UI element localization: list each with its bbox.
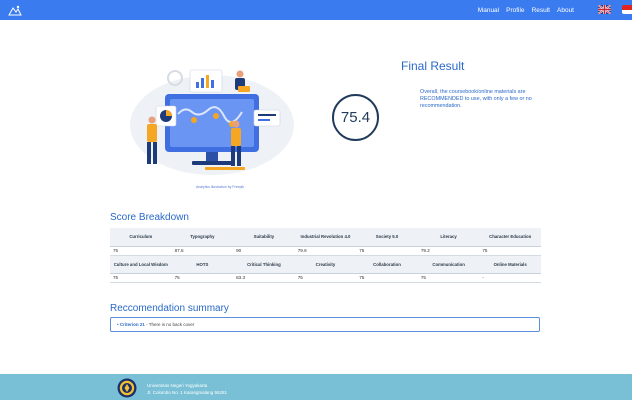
analytics-illustration bbox=[130, 69, 294, 175]
score-circle: 75.4 bbox=[332, 94, 379, 141]
table-cell: 75 bbox=[417, 273, 480, 283]
table-row: 75 87.5 90 79.6 75 79.2 75 bbox=[110, 246, 541, 256]
table-header-cell: Literacy bbox=[417, 228, 480, 247]
recommendation-box: • Criterion 21 - There is no back cover bbox=[110, 317, 540, 332]
top-navbar: Manual Profile Result About bbox=[0, 0, 632, 20]
table-cell: 83.3 bbox=[233, 273, 295, 283]
final-result-description: Overall, the coursebook/online materials… bbox=[420, 89, 532, 109]
table-header-cell: Creativity bbox=[294, 255, 357, 274]
table-header-row: Culture and Local Wisdom HOTS Critical T… bbox=[110, 255, 541, 274]
table-header-cell: Online Materials bbox=[479, 255, 541, 274]
table-cell: 75 bbox=[479, 246, 541, 256]
nav-links: Manual Profile Result About bbox=[478, 0, 574, 20]
criterion-text: - There is no back cover bbox=[144, 322, 195, 327]
footer-line-university: Universitas Negeri Yogyakarta bbox=[147, 383, 208, 388]
table-header-cell: Curriculum bbox=[110, 228, 172, 247]
list-item: • Criterion 21 - There is no back cover bbox=[117, 322, 194, 327]
table-header-cell: Industrial Revolution 4.0 bbox=[294, 228, 357, 247]
final-score-value: 75.4 bbox=[340, 109, 371, 126]
table-cell: 90 bbox=[233, 246, 295, 256]
table-header-cell: Communication bbox=[417, 255, 480, 274]
recommendation-summary-title: Reccomendation summary bbox=[110, 303, 229, 314]
footer: Universitas Negeri Yogyakarta Jl. Colomb… bbox=[0, 374, 632, 400]
table-header-cell: Culture and Local Wisdom bbox=[110, 255, 172, 274]
table-header-row: Curriculum Typography Suitability Indust… bbox=[110, 228, 541, 247]
table-cell: 75 bbox=[356, 273, 418, 283]
app-logo-icon[interactable] bbox=[8, 4, 22, 16]
university-seal-icon bbox=[117, 378, 137, 398]
illustration-credit[interactable]: Analytics illustration by Freepik bbox=[196, 185, 244, 189]
nav-link-manual[interactable]: Manual bbox=[478, 7, 499, 14]
table-header-cell: Collaboration bbox=[356, 255, 418, 274]
indonesia-flag-icon[interactable] bbox=[622, 5, 632, 14]
footer-line-address: Jl. Colombo No. 1 Karangmalang 55281 bbox=[147, 390, 228, 395]
table-cell: 87.5 bbox=[171, 246, 234, 256]
final-result-title: Final Result bbox=[401, 59, 465, 73]
score-breakdown-title: Score Breakdown bbox=[110, 212, 189, 223]
page: Manual Profile Result About Analytics il… bbox=[0, 0, 632, 400]
table-header-cell: Critical Thinking bbox=[233, 255, 295, 274]
table-cell: 75 bbox=[171, 273, 234, 283]
table-cell: 75 bbox=[110, 273, 172, 283]
nav-link-result[interactable]: Result bbox=[532, 7, 550, 14]
footer-address: Universitas Negeri Yogyakarta Jl. Colomb… bbox=[147, 382, 227, 396]
table-cell: 75 bbox=[294, 273, 357, 283]
table-header-cell: Character Education bbox=[479, 228, 541, 247]
table-row: 75 75 83.3 75 75 75 - bbox=[110, 273, 541, 283]
nav-link-profile[interactable]: Profile bbox=[506, 7, 524, 14]
table-header-cell: Typography bbox=[171, 228, 234, 247]
score-breakdown-table: Curriculum Typography Suitability Indust… bbox=[110, 228, 541, 283]
table-cell: 79.2 bbox=[417, 246, 480, 256]
uk-flag-icon[interactable] bbox=[598, 5, 611, 14]
table-cell: 75 bbox=[356, 246, 418, 256]
nav-link-about[interactable]: About bbox=[557, 7, 574, 14]
table-header-cell: HOTS bbox=[171, 255, 234, 274]
table-cell: - bbox=[479, 273, 541, 283]
bullet-icon: • bbox=[117, 322, 119, 327]
table-cell: 79.6 bbox=[294, 246, 357, 256]
table-cell: 75 bbox=[110, 246, 172, 256]
table-header-cell: Suitability bbox=[233, 228, 295, 247]
table-header-cell: Society 5.0 bbox=[356, 228, 418, 247]
criterion-label: Criterion 21 bbox=[119, 322, 145, 327]
